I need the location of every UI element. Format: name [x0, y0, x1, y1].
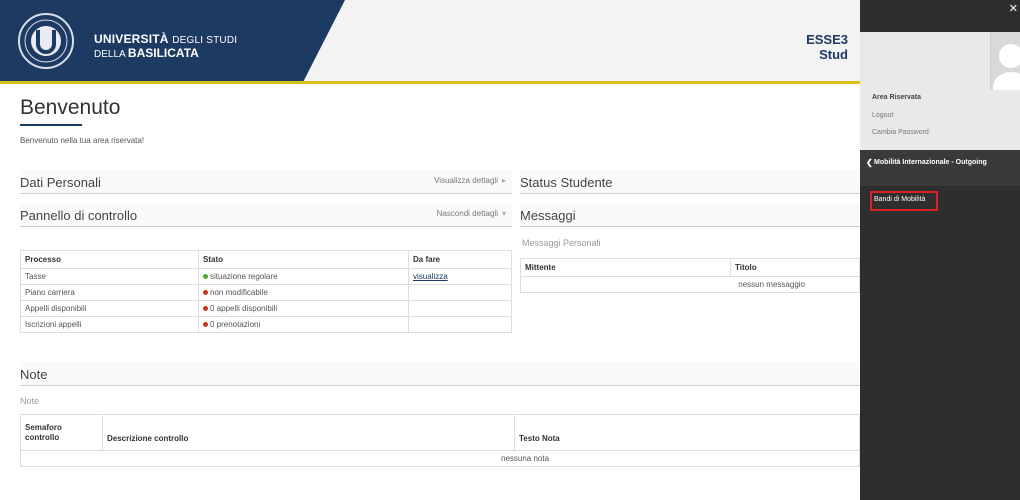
sidebar-top: ✕: [860, 0, 1020, 32]
da-fare-cell: [408, 284, 512, 301]
section-title: Note: [20, 367, 48, 382]
table-row: Appelli disponibili 0 appelli disponibil…: [20, 300, 512, 317]
status-red-icon: [203, 322, 208, 328]
table-row: Piano carriera non modificabile: [20, 284, 512, 301]
section-title: Status Studente: [520, 175, 613, 190]
processo-cell: Iscrizioni appelli: [20, 316, 199, 333]
note-table: Semaforo controllo Descrizione controllo…: [20, 414, 860, 467]
section-title: Pannello di controllo: [20, 208, 138, 223]
status-studente-section: Status Studente: [520, 170, 860, 194]
welcome-text: Benvenuto nella tua area riservata!: [20, 136, 145, 145]
chevron-right-icon: ▸: [501, 176, 506, 185]
da-fare-cell: [408, 316, 512, 333]
status-red-icon: [203, 306, 208, 312]
stato-cell: non modificabile: [198, 284, 409, 301]
area-riservata-title: Area Riservata: [872, 94, 922, 101]
sidebar: ✕ Area Riservata Logout Cambia Password …: [860, 0, 1020, 500]
processo-cell: Tasse: [20, 268, 199, 285]
menu-header-label: Mobilità Internazionale - Outgoing: [874, 159, 987, 166]
page-title: Benvenuto: [20, 96, 121, 119]
messages-table: Mittente Titolo nessun messaggio: [520, 258, 860, 293]
status-green-icon: [203, 274, 208, 280]
hide-details-link[interactable]: Nascondi dettagli ▾: [437, 209, 506, 218]
table-header-row: Processo Stato Da fare: [20, 250, 512, 269]
da-fare-cell: [408, 300, 512, 317]
user-head-icon: [999, 44, 1020, 68]
change-password-link[interactable]: Cambia Password: [872, 129, 929, 136]
uni-name-line2b: BASILICATA: [127, 46, 199, 60]
table-header-row: Semaforo controllo Descrizione controllo…: [20, 414, 860, 451]
column-header: Testo Nota: [514, 414, 860, 451]
university-seal-icon: [18, 13, 74, 69]
logout-link[interactable]: Logout: [872, 112, 893, 119]
stato-cell: 0 prenotazioni: [198, 316, 409, 333]
table-row: Tasse situazione regolare visualizza: [20, 268, 512, 285]
brand-banner[interactable]: UNIVERSITÀ DEGLI STUDI DELLA BASILICATA: [0, 0, 345, 81]
close-icon[interactable]: ✕: [1009, 2, 1018, 15]
main-content: Benvenuto Benvenuto nella tua area riser…: [0, 84, 860, 500]
column-header: Titolo: [730, 258, 860, 277]
dati-personali-section: Dati Personali Visualizza dettagli ▸: [20, 170, 512, 194]
column-header: Semaforo controllo: [20, 414, 103, 451]
table-row: Iscrizioni appelli 0 prenotazioni: [20, 316, 512, 333]
university-name: UNIVERSITÀ DEGLI STUDI DELLA BASILICATA: [94, 33, 237, 61]
sidebar-item-bandi-mobilita[interactable]: Bandi di Mobilità: [870, 191, 938, 211]
column-header: Da fare: [408, 250, 512, 269]
user-body-icon: [993, 72, 1020, 90]
section-title: Dati Personali: [20, 175, 101, 190]
empty-message: nessun messaggio: [520, 276, 860, 293]
column-header: Descrizione controllo: [102, 414, 515, 451]
avatar[interactable]: [990, 32, 1020, 90]
table-header-row: Mittente Titolo: [520, 258, 860, 277]
table-row: nessuna nota: [20, 450, 860, 467]
app-name-line2: Stud: [819, 47, 848, 62]
empty-note: nessuna nota: [20, 450, 860, 467]
pannello-section: Pannello di controllo Nascondi dettagli ▾: [20, 203, 512, 227]
uni-name-line2: DELLA: [94, 49, 126, 60]
process-table: Processo Stato Da fare Tasse situazione …: [20, 250, 512, 333]
app-name: ESSE3 Stud: [806, 32, 848, 62]
column-header: Processo: [20, 250, 199, 269]
messaggi-section: Messaggi: [520, 203, 860, 227]
note-section: Note: [20, 362, 860, 386]
processo-cell: Appelli disponibili: [20, 300, 199, 317]
table-row: nessun messaggio: [520, 276, 860, 293]
da-fare-cell: visualizza: [408, 268, 512, 285]
visualizza-link[interactable]: visualizza: [413, 272, 448, 281]
note-label: Note: [20, 396, 40, 406]
section-title: Messaggi: [520, 208, 576, 223]
app-name-line1: ESSE3: [806, 32, 848, 47]
site-header: UNIVERSITÀ DEGLI STUDI DELLA BASILICATA …: [0, 0, 860, 84]
column-header: Mittente: [520, 258, 731, 277]
messaggi-personali-label: Messaggi Personali: [522, 238, 601, 248]
sidebar-menu-header[interactable]: ❮ Mobilità Internazionale - Outgoing: [860, 150, 1020, 186]
uni-name-line1: UNIVERSITÀ: [94, 32, 169, 46]
stato-cell: 0 appelli disponibili: [198, 300, 409, 317]
chevron-left-icon: ❮: [866, 158, 873, 167]
user-panel: Area Riservata Logout Cambia Password: [860, 32, 1020, 150]
show-details-link[interactable]: Visualizza dettagli ▸: [434, 176, 506, 185]
chevron-down-icon: ▾: [501, 209, 506, 218]
status-red-icon: [203, 290, 208, 296]
processo-cell: Piano carriera: [20, 284, 199, 301]
title-underline: [20, 124, 82, 126]
column-header: Stato: [198, 250, 409, 269]
stato-cell: situazione regolare: [198, 268, 409, 285]
uni-name-line1b: DEGLI STUDI: [172, 35, 238, 46]
